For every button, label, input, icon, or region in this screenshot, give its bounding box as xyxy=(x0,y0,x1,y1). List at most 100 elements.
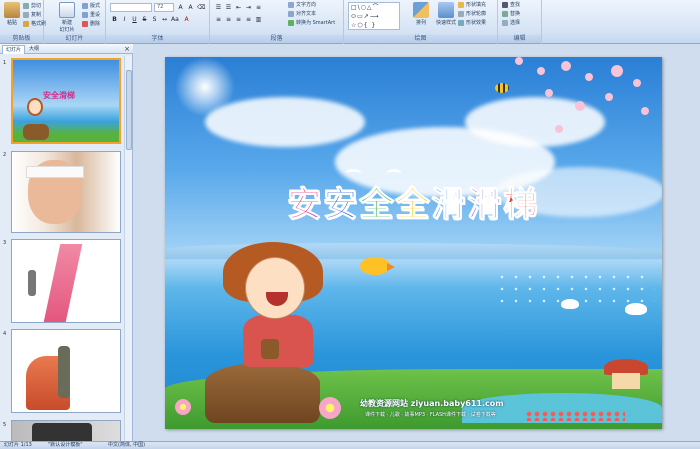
italic-button[interactable]: I xyxy=(120,15,129,24)
thumb-child xyxy=(58,346,70,398)
columns-button[interactable]: ▥ xyxy=(254,15,263,24)
paste-button[interactable]: 粘贴 xyxy=(2,2,22,26)
increase-indent-button[interactable]: ⇥ xyxy=(244,3,253,12)
cut-button[interactable]: 剪切 xyxy=(23,2,41,10)
close-icon[interactable]: × xyxy=(124,45,130,53)
arrange-label: 排列 xyxy=(415,20,426,26)
find-button[interactable]: 查找 xyxy=(502,1,520,9)
site-watermark: 幼教资源网站 ziyuan.baby611.com xyxy=(360,399,504,408)
editing-group: 查找 替换 选择 编辑 xyxy=(498,0,542,44)
brush-icon xyxy=(23,20,29,27)
slide-thumbnail-3[interactable] xyxy=(11,239,121,323)
theme-name[interactable]: "默认设计模板" xyxy=(48,442,83,449)
flower-bed xyxy=(525,411,625,421)
reset-button[interactable]: 重设 xyxy=(82,11,100,19)
pane-scrollbar[interactable] xyxy=(124,56,132,441)
mushroom-house xyxy=(604,359,648,389)
blossom xyxy=(633,79,641,87)
thumb-bandage xyxy=(26,166,84,178)
grow-font-button[interactable]: A xyxy=(176,3,185,12)
paragraph-group-label: 段落 xyxy=(210,35,343,43)
language-indicator[interactable]: 中文(简体, 中国) xyxy=(108,442,145,449)
new-slide-icon xyxy=(59,2,75,18)
effects-icon xyxy=(458,19,464,26)
thumb-child xyxy=(28,270,36,296)
bold-button[interactable]: B xyxy=(110,15,119,24)
yellow-bird xyxy=(360,257,390,275)
current-slide[interactable]: 安安全全滑滑梯 幼教资源网站 ziyuan.baby611.com 课件下载 ·… xyxy=(165,57,662,429)
replace-button[interactable]: 替换 xyxy=(502,10,520,18)
new-slide-label: 新建 幻灯片 xyxy=(59,20,75,33)
change-case-button[interactable]: Aa xyxy=(170,15,179,24)
justify-button[interactable]: ≡ xyxy=(244,15,253,24)
underline-button[interactable]: U xyxy=(130,15,139,24)
thumb-stump xyxy=(23,124,49,140)
text-direction-button[interactable]: 文字方向 xyxy=(288,1,316,9)
shadow-button[interactable]: S xyxy=(150,15,159,24)
blossom xyxy=(611,65,623,77)
shape-fill-button[interactable]: 形状填充 xyxy=(458,1,486,9)
align-text-button[interactable]: 对齐文本 xyxy=(288,10,316,18)
clipboard-group-label: 剪贴板 xyxy=(0,35,43,43)
drawing-group-label: 绘图 xyxy=(344,35,497,43)
char-spacing-button[interactable]: ↔ xyxy=(160,15,169,24)
slide-counter: 幻灯片 1/13 xyxy=(4,442,32,448)
bullets-button[interactable]: ☰ xyxy=(214,3,223,12)
tab-outline[interactable]: 大纲 xyxy=(26,45,42,54)
pen-outline-icon xyxy=(458,10,464,17)
text-direction-icon xyxy=(288,1,294,8)
align-center-button[interactable]: ≡ xyxy=(224,15,233,24)
scrollbar-thumb[interactable] xyxy=(126,70,132,150)
format-painter-button[interactable]: 格式刷 xyxy=(23,20,46,28)
title-char: 安 xyxy=(323,185,360,226)
smartart-icon xyxy=(288,19,294,26)
layout-icon xyxy=(82,2,88,9)
delete-slide-button[interactable]: 删除 xyxy=(82,20,100,28)
font-name-combo[interactable] xyxy=(110,3,152,12)
tab-slides[interactable]: 幻灯片 xyxy=(2,45,26,54)
title-char: 滑 xyxy=(431,185,468,226)
align-text-icon xyxy=(288,10,294,17)
convert-smartart-button[interactable]: 转换为 SmartArt xyxy=(288,19,335,27)
slide-thumbnail-5[interactable] xyxy=(11,420,121,441)
select-button[interactable]: 选择 xyxy=(502,19,520,27)
decrease-indent-button[interactable]: ⇤ xyxy=(234,3,243,12)
honey-jar xyxy=(261,339,279,359)
title-char: 梯 xyxy=(503,185,540,226)
thumbnail-number: 3 xyxy=(3,240,7,246)
thumbnail-number: 1 xyxy=(3,60,7,66)
arrange-icon xyxy=(413,2,429,18)
layout-button[interactable]: 版式 xyxy=(82,2,100,10)
copy-icon xyxy=(23,11,29,18)
strikethrough-button[interactable]: S xyxy=(140,15,149,24)
flower xyxy=(175,399,191,415)
title-text: 安安全全滑滑梯 xyxy=(287,185,540,226)
status-bar: 幻灯片 1/13 "默认设计模板" 中文(简体, 中国) xyxy=(0,441,700,449)
slide-title[interactable]: 安安全全滑滑梯 xyxy=(165,177,662,226)
font-size-combo[interactable]: 72 xyxy=(154,3,174,12)
slide-thumbnail-4[interactable] xyxy=(11,329,121,413)
sparkle-trail xyxy=(495,271,655,311)
shapes-gallery[interactable]: □\○△⌒ ⬭▭↗⟶ ☆⬡{ } xyxy=(348,2,400,30)
blossom xyxy=(515,57,523,65)
slide-thumbnail-2[interactable] xyxy=(11,151,121,233)
site-watermark-sub: 课件下载 · 儿歌 · 故事MP3 · FLASH课件下载 · 试卷下载等 xyxy=(365,412,496,418)
new-slide-button[interactable]: 新建 幻灯片 xyxy=(56,2,78,33)
copy-button[interactable]: 复制 xyxy=(23,11,41,19)
arrange-button[interactable]: 排列 xyxy=(410,2,432,26)
slide-thumbnail-1[interactable]: 安全滑梯 xyxy=(11,58,121,144)
slides-group: 新建 幻灯片 版式 重设 删除 幻灯片 xyxy=(44,0,106,44)
align-left-button[interactable]: ≡ xyxy=(214,15,223,24)
shape-effects-button[interactable]: 形状效果 xyxy=(458,19,486,27)
shrink-font-button[interactable]: A xyxy=(186,3,195,12)
numbering-button[interactable]: ☰ xyxy=(224,3,233,12)
pane-tabs: 幻灯片 大纲 × xyxy=(0,44,133,54)
font-color-button[interactable]: A xyxy=(182,15,191,24)
align-right-button[interactable]: ≡ xyxy=(234,15,243,24)
line-spacing-button[interactable]: ≡ xyxy=(254,3,263,12)
thumb-title: 安全滑梯 xyxy=(43,91,75,100)
shape-outline-button[interactable]: 形状轮廓 xyxy=(458,10,486,18)
quick-styles-button[interactable]: 快速样式 xyxy=(434,2,458,26)
blossom xyxy=(555,125,563,133)
clear-format-button[interactable]: ⌫ xyxy=(196,3,205,12)
